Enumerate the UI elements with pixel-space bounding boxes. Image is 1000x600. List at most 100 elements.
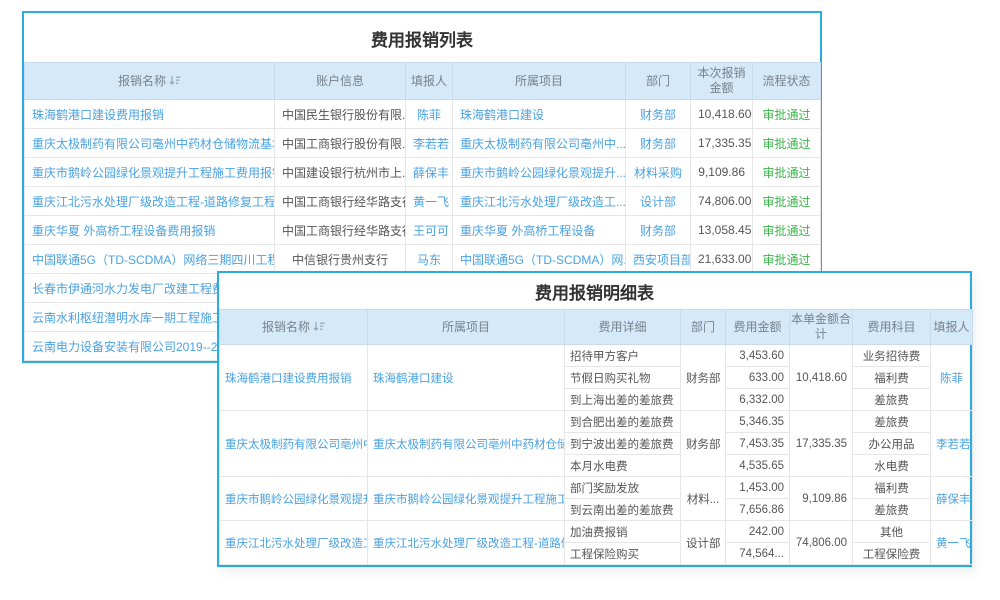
- cell-reporter-link[interactable]: 王可可: [406, 216, 453, 245]
- cell-reporter-link[interactable]: 陈菲: [931, 345, 973, 411]
- cell-amount: 21,633.00: [691, 245, 753, 274]
- header-expense-name[interactable]: 报销名称: [25, 63, 275, 100]
- cell-expense-detail: 到宁波出差的差旅费: [565, 433, 681, 455]
- detail-row: 珠海鹤港口建设费用报销 珠海鹤港口建设 招待甲方客户 财务部 3,453.60 …: [220, 345, 973, 367]
- cell-expense-amount: 74,564...: [726, 543, 790, 565]
- cell-status-link[interactable]: 审批通过: [753, 245, 821, 274]
- cell-expense-name-link[interactable]: 中国联通5G（TD-SCDMA）网络三期四川工程费...: [25, 245, 275, 274]
- cell-expense-detail: 到云南出差的差旅费: [565, 499, 681, 521]
- header-account-info: 账户信息: [275, 63, 406, 100]
- header-expense-name-label: 报销名称: [262, 320, 310, 334]
- cell-account: 中国工商银行经华路支行: [275, 216, 406, 245]
- cell-expense-subject: 福利费: [853, 367, 931, 389]
- cell-expense-amount: 4,535.65: [726, 455, 790, 477]
- header-expense-name[interactable]: 报销名称: [220, 310, 368, 345]
- header-amount: 本次报销金额: [691, 63, 753, 100]
- cell-project-link[interactable]: 中国联通5G（TD-SCDMA）网...: [453, 245, 626, 274]
- cell-reporter-link[interactable]: 薛保丰: [931, 477, 973, 521]
- cell-expense-subject: 差旅费: [853, 499, 931, 521]
- cell-reporter-link[interactable]: 李若若: [406, 129, 453, 158]
- header-project: 所属项目: [368, 310, 565, 345]
- cell-department: 财务部: [681, 345, 726, 411]
- cell-project-link[interactable]: 珠海鹤港口建设: [368, 345, 565, 411]
- cell-project-link[interactable]: 重庆市鹅岭公园绿化景观提升工程施工: [368, 477, 565, 521]
- detail-row: 重庆江北污水处理厂级改造工程-道路修复工程费用报销 重庆江北污水处理厂级改造工程…: [220, 521, 973, 543]
- cell-expense-name-link[interactable]: 重庆市鹅岭公园绿化景观提升工程施工费用报销: [220, 477, 368, 521]
- cell-reporter-link[interactable]: 黄一飞: [931, 521, 973, 565]
- cell-expense-amount: 633.00: [726, 367, 790, 389]
- cell-expense-subject: 其他: [853, 521, 931, 543]
- cell-expense-amount: 1,453.00: [726, 477, 790, 499]
- cell-expense-detail: 到上海出差的差旅费: [565, 389, 681, 411]
- cell-expense-subject: 差旅费: [853, 411, 931, 433]
- cell-order-total: 10,418.60: [790, 345, 853, 411]
- cell-status-link[interactable]: 审批通过: [753, 129, 821, 158]
- cell-department: 材料...: [681, 477, 726, 521]
- detail-row: 重庆市鹅岭公园绿化景观提升工程施工费用报销 重庆市鹅岭公园绿化景观提升工程施工 …: [220, 477, 973, 499]
- cell-reporter-link[interactable]: 陈菲: [406, 100, 453, 129]
- detail-row: 重庆太极制药有限公司亳州中药材仓储物流基地项目费用报销 重庆太极制药有限公司亳州…: [220, 411, 973, 433]
- cell-expense-detail: 工程保险购买: [565, 543, 681, 565]
- list-row: 重庆江北污水处理厂级改造工程-道路修复工程费用... 中国工商银行经华路支行 黄…: [25, 187, 821, 216]
- cell-expense-detail: 部门奖励发放: [565, 477, 681, 499]
- cell-project-link[interactable]: 重庆市鹅岭公园绿化景观提升...: [453, 158, 626, 187]
- cell-project-link[interactable]: 重庆太极制药有限公司亳州中...: [453, 129, 626, 158]
- cell-expense-name-link[interactable]: 重庆江北污水处理厂级改造工程-道路修复工程费用...: [25, 187, 275, 216]
- header-status: 流程状态: [753, 63, 821, 100]
- cell-expense-name-link[interactable]: 珠海鹤港口建设费用报销: [220, 345, 368, 411]
- sort-icon[interactable]: [313, 321, 325, 332]
- cell-department-link[interactable]: 财务部: [626, 129, 691, 158]
- cell-expense-name-link[interactable]: 重庆江北污水处理厂级改造工程-道路修复工程费用报销: [220, 521, 368, 565]
- header-department: 部门: [681, 310, 726, 345]
- header-department: 部门: [626, 63, 691, 100]
- cell-expense-name-link[interactable]: 重庆华夏 外高桥工程设备费用报销: [25, 216, 275, 245]
- expense-list-header-row: 报销名称 账户信息 填报人 所属项目 部门 本次报销金额 流程状态: [25, 63, 821, 100]
- cell-department-link[interactable]: 财务部: [626, 216, 691, 245]
- cell-expense-name-link[interactable]: 重庆市鹅岭公园绿化景观提升工程施工费用报销: [25, 158, 275, 187]
- cell-expense-amount: 5,346.35: [726, 411, 790, 433]
- cell-expense-name-link[interactable]: 重庆太极制药有限公司亳州中药材仓储物流基地项...: [25, 129, 275, 158]
- cell-department-link[interactable]: 西安项目部: [626, 245, 691, 274]
- cell-expense-name-link[interactable]: 珠海鹤港口建设费用报销: [25, 100, 275, 129]
- expense-detail-table: 报销名称 所属项目 费用详细 部门 费用金额 本单金额合计 费用科目 填报人 珠…: [219, 309, 973, 565]
- cell-order-total: 74,806.00: [790, 521, 853, 565]
- header-project: 所属项目: [453, 63, 626, 100]
- sort-icon[interactable]: [169, 75, 181, 86]
- cell-project-link[interactable]: 珠海鹤港口建设: [453, 100, 626, 129]
- cell-project-link[interactable]: 重庆江北污水处理厂级改造工...: [453, 187, 626, 216]
- cell-status-link[interactable]: 审批通过: [753, 158, 821, 187]
- cell-expense-detail: 本月水电费: [565, 455, 681, 477]
- header-expense-amount: 费用金额: [726, 310, 790, 345]
- cell-reporter-link[interactable]: 马东: [406, 245, 453, 274]
- cell-project-link[interactable]: 重庆太极制药有限公司亳州中药材仓储物流基地: [368, 411, 565, 477]
- cell-amount: 13,058.45: [691, 216, 753, 245]
- list-row: 重庆华夏 外高桥工程设备费用报销 中国工商银行经华路支行 王可可 重庆华夏 外高…: [25, 216, 821, 245]
- expense-detail-header-row: 报销名称 所属项目 费用详细 部门 费用金额 本单金额合计 费用科目 填报人: [220, 310, 973, 345]
- cell-department-link[interactable]: 设计部: [626, 187, 691, 216]
- cell-expense-subject: 水电费: [853, 455, 931, 477]
- list-row: 重庆市鹅岭公园绿化景观提升工程施工费用报销 中国建设银行杭州市上... 薛保丰 …: [25, 158, 821, 187]
- cell-expense-name-link[interactable]: 重庆太极制药有限公司亳州中药材仓储物流基地项目费用报销: [220, 411, 368, 477]
- cell-expense-subject: 福利费: [853, 477, 931, 499]
- cell-department-link[interactable]: 财务部: [626, 100, 691, 129]
- cell-account: 中信银行贵州支行: [275, 245, 406, 274]
- cell-status-link[interactable]: 审批通过: [753, 216, 821, 245]
- cell-reporter-link[interactable]: 薛保丰: [406, 158, 453, 187]
- cell-amount: 9,109.86: [691, 158, 753, 187]
- cell-status-link[interactable]: 审批通过: [753, 100, 821, 129]
- cell-reporter-link[interactable]: 黄一飞: [406, 187, 453, 216]
- header-reporter: 填报人: [406, 63, 453, 100]
- cell-account: 中国工商银行股份有限...: [275, 129, 406, 158]
- cell-expense-subject: 业务招待费: [853, 345, 931, 367]
- cell-amount: 74,806.00: [691, 187, 753, 216]
- expense-list-title: 费用报销列表: [24, 13, 820, 62]
- cell-account: 中国建设银行杭州市上...: [275, 158, 406, 187]
- cell-project-link[interactable]: 重庆华夏 外高桥工程设备: [453, 216, 626, 245]
- cell-reporter-link[interactable]: 李若若: [931, 411, 973, 477]
- cell-expense-subject: 差旅费: [853, 389, 931, 411]
- header-expense-detail: 费用详细: [565, 310, 681, 345]
- cell-status-link[interactable]: 审批通过: [753, 187, 821, 216]
- cell-project-link[interactable]: 重庆江北污水处理厂级改造工程-道路修复工程: [368, 521, 565, 565]
- cell-expense-detail: 加油费报销: [565, 521, 681, 543]
- cell-department-link[interactable]: 材料采购: [626, 158, 691, 187]
